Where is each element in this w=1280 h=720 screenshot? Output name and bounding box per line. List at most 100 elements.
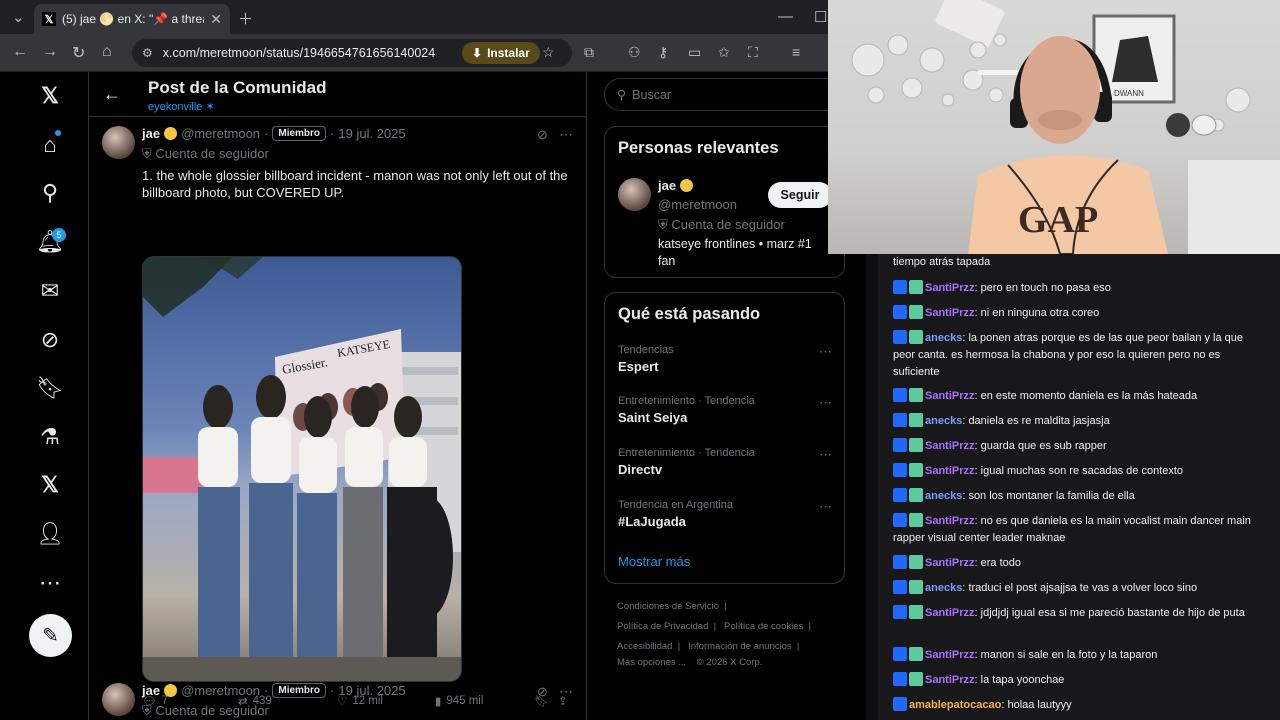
- privacy-link[interactable]: Política de Privacidad: [617, 621, 708, 632]
- avatar[interactable]: [102, 126, 135, 159]
- author-handle[interactable]: @meretmoon: [181, 126, 260, 141]
- avatar[interactable]: [618, 178, 651, 211]
- subscriber-badge-icon[interactable]: [909, 413, 923, 427]
- author-name[interactable]: jae: [142, 126, 160, 141]
- chat-username[interactable]: SantiPrzz: [925, 282, 975, 294]
- close-tab-icon[interactable]: ✕: [210, 11, 222, 28]
- subscriber-badge-icon[interactable]: [909, 438, 923, 452]
- x-logo-icon[interactable]: 𝕏: [36, 82, 64, 110]
- chat-username[interactable]: SantiPrzz: [925, 390, 975, 402]
- post-date[interactable]: 19 jul. 2025: [338, 126, 405, 141]
- subscriber-badge-icon[interactable]: [909, 463, 923, 477]
- new-tab-icon[interactable]: ＋: [238, 8, 253, 29]
- badge-icon[interactable]: [893, 513, 907, 527]
- follow-button[interactable]: Seguir: [768, 182, 832, 208]
- chat-username[interactable]: SantiPrzz: [925, 674, 975, 686]
- key-icon[interactable]: ⚷: [658, 44, 668, 61]
- chat-username[interactable]: anecks: [925, 490, 962, 502]
- badge-icon[interactable]: [893, 672, 907, 686]
- reload-icon[interactable]: ↻: [72, 43, 85, 63]
- subscriber-badge-icon[interactable]: [909, 555, 923, 569]
- community-link[interactable]: eyekonville ✶: [148, 100, 215, 113]
- ads-info-link[interactable]: Información de anuncios: [688, 641, 792, 652]
- badge-icon[interactable]: [893, 438, 907, 452]
- subscriber-badge-icon[interactable]: [909, 488, 923, 502]
- subscriber-badge-icon[interactable]: [909, 580, 923, 594]
- card-icon[interactable]: ▭: [688, 44, 701, 61]
- trend-more-icon[interactable]: ⋯: [819, 344, 833, 360]
- compose-post-button[interactable]: ✎: [29, 614, 72, 657]
- chat-username[interactable]: SantiPrzz: [925, 649, 975, 661]
- chat-username[interactable]: SantiPrzz: [925, 515, 975, 527]
- show-more-link[interactable]: Mostrar más: [618, 554, 690, 569]
- trend-item[interactable]: Entretenimiento · Tendencia Directv ⋯: [618, 447, 833, 477]
- extensions-icon[interactable]: ⧉: [584, 44, 594, 61]
- communities-flask-icon[interactable]: ⚗: [36, 423, 64, 451]
- minimize-icon[interactable]: —: [778, 8, 793, 25]
- trend-item[interactable]: Tendencia en Argentina #LaJugada ⋯: [618, 499, 833, 529]
- chat-username[interactable]: SantiPrzz: [925, 557, 975, 569]
- tab-search-icon[interactable]: ⌄: [12, 8, 25, 26]
- badge-icon[interactable]: [893, 388, 907, 402]
- avatar[interactable]: [102, 683, 135, 716]
- home-icon[interactable]: ⌂: [102, 43, 112, 61]
- ext-icon-1[interactable]: ⚇: [628, 44, 641, 61]
- more-options-icon[interactable]: ⋯: [36, 569, 64, 597]
- profile-person-icon[interactable]: 👤︎: [36, 520, 64, 548]
- badge-icon[interactable]: [893, 697, 907, 711]
- terms-link[interactable]: Condiciones de Servicio: [617, 601, 719, 612]
- trend-more-icon[interactable]: ⋯: [819, 499, 833, 515]
- subscriber-badge-icon[interactable]: [909, 280, 923, 294]
- badge-icon[interactable]: [893, 413, 907, 427]
- trend-more-icon[interactable]: ⋯: [819, 395, 833, 411]
- badge-icon[interactable]: [893, 463, 907, 477]
- chat-username[interactable]: anecks: [925, 582, 962, 594]
- site-info-icon[interactable]: ⚙: [142, 46, 153, 60]
- person-handle[interactable]: @meretmoon: [658, 197, 737, 212]
- chat-username[interactable]: SantiPrzz: [925, 440, 975, 452]
- badge-icon[interactable]: [893, 647, 907, 661]
- messages-mail-icon[interactable]: ✉: [36, 277, 64, 305]
- chat-username[interactable]: anecks: [925, 415, 962, 427]
- search-input[interactable]: ⚲ Buscar: [604, 78, 844, 111]
- author-name[interactable]: jae: [142, 683, 160, 698]
- more-options-link[interactable]: Más opciones ...: [617, 657, 686, 668]
- chat-username[interactable]: SantiPrzz: [925, 465, 975, 477]
- author-handle[interactable]: @meretmoon: [181, 683, 260, 698]
- subscriber-badge-icon[interactable]: [909, 330, 923, 344]
- forward-icon[interactable]: →: [42, 43, 58, 61]
- cookies-link[interactable]: Política de cookies: [724, 621, 803, 632]
- grok-icon[interactable]: ⊘: [36, 326, 64, 354]
- badge-icon[interactable]: [893, 280, 907, 294]
- install-app-button[interactable]: ⬇ Instalar: [462, 42, 540, 64]
- chat-username[interactable]: SantiPrzz: [925, 307, 975, 319]
- post-more-icon[interactable]: ⋯: [559, 683, 574, 700]
- person-name[interactable]: jae: [658, 178, 676, 193]
- subscriber-badge-icon[interactable]: [909, 305, 923, 319]
- trend-more-icon[interactable]: ⋯: [819, 447, 833, 463]
- post-image[interactable]: Glossier. KATSEYE: [142, 256, 462, 682]
- accessibility-link[interactable]: Accesibilidad: [617, 641, 672, 652]
- badge-icon[interactable]: [893, 605, 907, 619]
- subscriber-badge-icon[interactable]: [909, 513, 923, 527]
- chat-username[interactable]: SantiPrzz: [925, 607, 975, 619]
- badge-icon[interactable]: [893, 555, 907, 569]
- maximize-icon[interactable]: ☐: [814, 8, 827, 26]
- premium-x-icon[interactable]: 𝕏: [36, 471, 64, 499]
- badge-icon[interactable]: [893, 330, 907, 344]
- badge-icon[interactable]: [893, 488, 907, 502]
- post-date[interactable]: 19 jul. 2025: [338, 683, 405, 698]
- bookmarks-icon[interactable]: 🔖︎: [36, 374, 64, 402]
- back-icon[interactable]: ←: [12, 43, 28, 61]
- subscriber-badge-icon[interactable]: [909, 647, 923, 661]
- bookmark-star-icon[interactable]: ☆: [542, 44, 555, 61]
- trend-item[interactable]: Tendencias Espert ⋯: [618, 344, 833, 374]
- chat-username[interactable]: anecks: [925, 332, 962, 344]
- post-more-icon[interactable]: ⋯: [559, 126, 574, 143]
- back-arrow-icon[interactable]: ←: [103, 84, 121, 105]
- trend-item[interactable]: Entretenimiento · Tendencia Saint Seiya …: [618, 395, 833, 425]
- translate-icon[interactable]: ⛶: [748, 44, 758, 61]
- grok-analyze-icon[interactable]: ⊘: [537, 127, 548, 143]
- chat-username[interactable]: amablepatocacao: [909, 699, 1001, 711]
- subscriber-badge-icon[interactable]: [909, 672, 923, 686]
